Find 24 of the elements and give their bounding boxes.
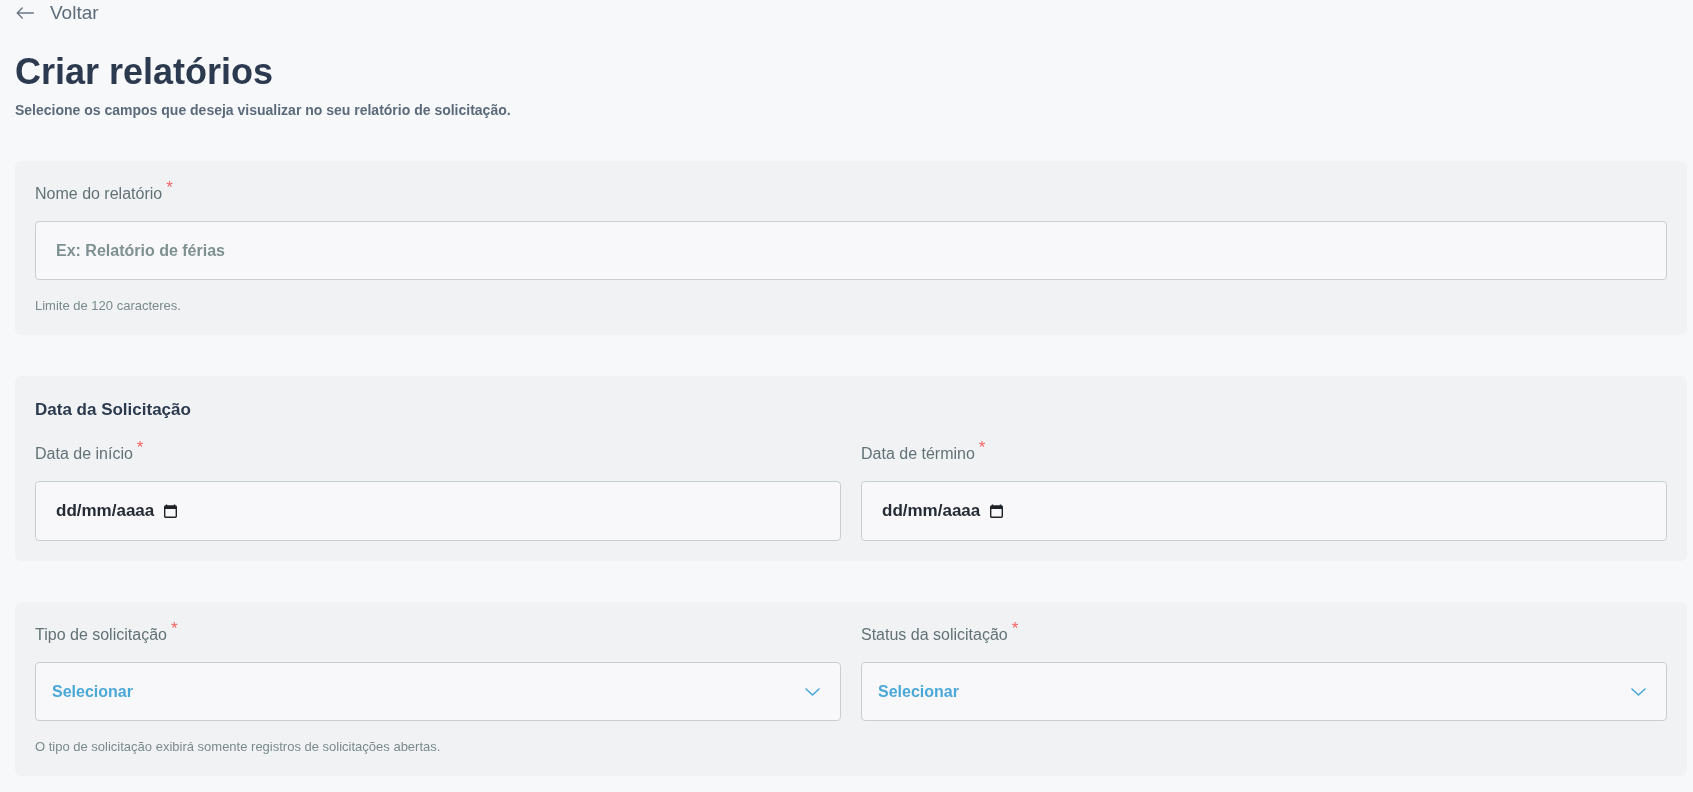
required-mark: * — [1011, 622, 1019, 636]
field-label: Status da solicitação — [861, 625, 1008, 645]
chevron-down-icon — [805, 687, 820, 696]
required-mark: * — [170, 622, 178, 636]
page-title: Criar relatórios — [15, 50, 275, 94]
field-label: Data de início — [35, 444, 133, 464]
field-label: Data de término — [861, 444, 975, 464]
back-link[interactable]: Voltar — [16, 0, 99, 26]
date-field[interactable]: dd/mm/aaaa — [861, 481, 1667, 541]
text-field[interactable]: Ex: Relatório de férias — [35, 221, 1667, 280]
required-mark: * — [136, 441, 144, 455]
calendar-icon — [164, 504, 178, 518]
date-field[interactable]: dd/mm/aaaa — [35, 481, 841, 541]
calendar-icon — [990, 504, 1004, 518]
field-label: Tipo de solicitação — [35, 625, 167, 645]
required-mark: * — [978, 441, 986, 455]
field-hint: Limite de 120 caracteres. — [35, 297, 182, 315]
arrow-left-icon — [16, 7, 34, 19]
section-heading: Data da Solicitação — [35, 399, 192, 421]
field-hint: O tipo de solicitação exibirá somente registros de solicitações abertas. — [35, 738, 442, 756]
field-label: Nome do relatório — [35, 184, 163, 204]
page-subtitle: Selecione os campos que deseja visualizar no seu relatório de solicitação. — [15, 101, 512, 120]
required-mark: * — [166, 181, 173, 195]
chevron-down-icon — [1631, 687, 1646, 696]
